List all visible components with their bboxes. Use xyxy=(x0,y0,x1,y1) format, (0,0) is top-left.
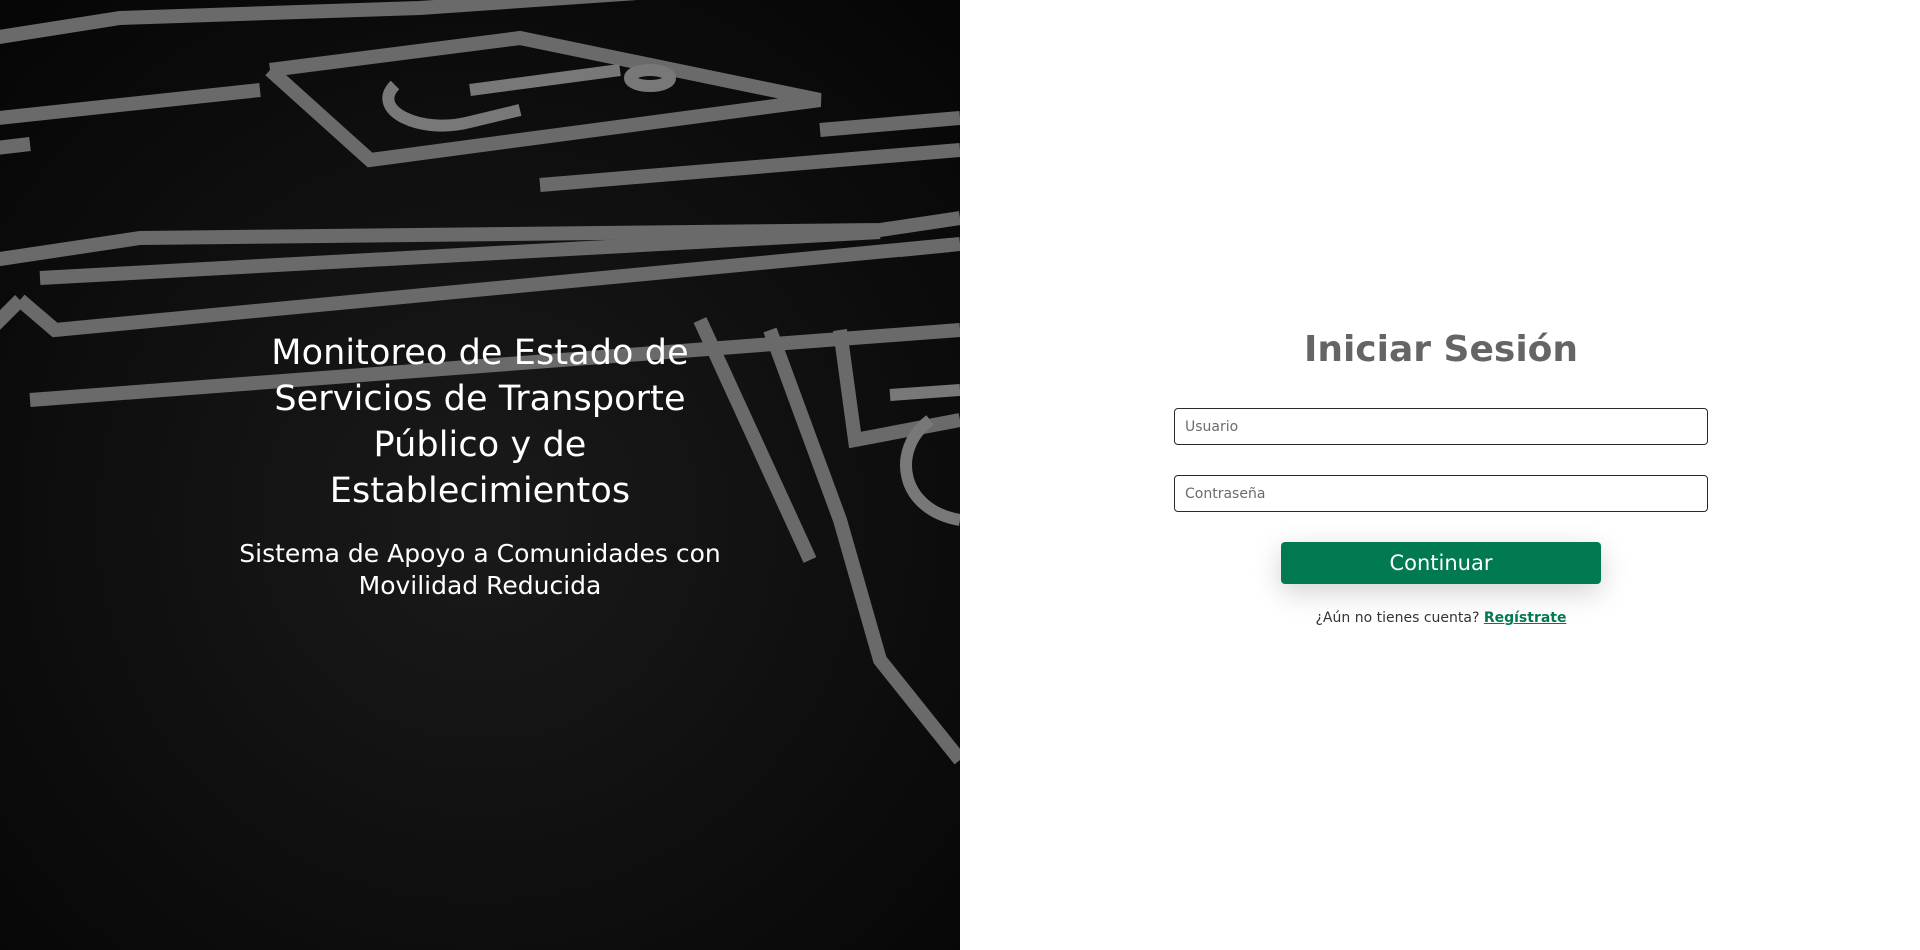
hero-subtitle: Sistema de Apoyo a Comunidades con Movil… xyxy=(239,539,721,600)
login-title: Iniciar Sesión xyxy=(1303,329,1579,370)
hero-title: Monitoreo de Estado de Servicios de Tran… xyxy=(271,333,689,511)
register-prompt-text: ¿Aún no tienes cuenta? xyxy=(1315,610,1480,626)
login-form: Iniciar Sesión Continuar ¿Aún no tienes … xyxy=(1174,322,1708,626)
login-panel: Iniciar Sesión Continuar ¿Aún no tienes … xyxy=(960,0,1920,950)
register-prompt-line: ¿Aún no tienes cuenta? Regístrate xyxy=(1174,610,1708,626)
continue-button[interactable]: Continuar xyxy=(1281,542,1601,584)
hero-panel: Monitoreo de Estado de Servicios de Tran… xyxy=(0,0,960,950)
login-page: Monitoreo de Estado de Servicios de Tran… xyxy=(0,0,1920,950)
username-input[interactable] xyxy=(1174,408,1708,445)
password-input[interactable] xyxy=(1174,475,1708,512)
hero-text-block: Monitoreo de Estado de Servicios de Tran… xyxy=(180,330,780,602)
register-link[interactable]: Regístrate xyxy=(1484,610,1567,626)
